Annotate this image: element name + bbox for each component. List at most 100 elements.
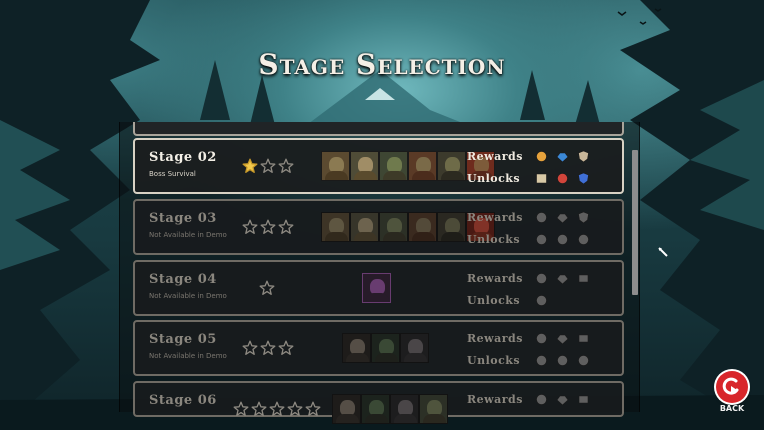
goblin-portrait (437, 151, 466, 181)
back-button[interactable] (716, 371, 748, 403)
unlocks-label: Unlocks (467, 233, 521, 246)
orc-portrait (379, 212, 408, 242)
ogre-portrait (350, 212, 379, 242)
skull-icon (536, 295, 547, 306)
stage-name: Stage 06 (149, 393, 217, 408)
gem-cluster-icon (556, 213, 569, 224)
zombie-portrait (390, 394, 419, 424)
ogre-portrait (350, 151, 379, 181)
star-empty-icon (260, 219, 276, 234)
scroll-icon (578, 334, 589, 343)
flask-icon (578, 234, 589, 245)
zombie-portrait (400, 333, 429, 363)
stage-name: Stage 04 (149, 272, 217, 287)
skeleton-portrait (342, 333, 371, 363)
brute-portrait (321, 212, 350, 242)
ghoul-portrait (371, 333, 400, 363)
ring-icon (578, 355, 589, 366)
gem-cluster-icon (556, 395, 569, 406)
mystery-portrait (362, 273, 391, 303)
scrollbar[interactable] (632, 150, 638, 295)
unlocks-label: Unlocks (467, 354, 521, 367)
gem-cluster-icon (556, 274, 569, 285)
door-icon (557, 355, 568, 366)
rewards-label: Rewards (467, 272, 523, 285)
star-empty-icon (251, 401, 267, 416)
rewards-label: Rewards (467, 393, 523, 406)
gear-icon (536, 355, 547, 366)
unlock-icons (535, 172, 590, 186)
stage-name: Stage 05 (149, 332, 217, 347)
stage-name: Stage 02 (149, 150, 217, 165)
star-empty-icon (287, 401, 303, 416)
goblin-portrait (437, 212, 466, 242)
stage-star-rating (242, 340, 294, 356)
back-label: BACK (719, 404, 745, 413)
stage-card[interactable]: Stage 06 Rewards (133, 381, 624, 424)
enemy-portraits (332, 394, 448, 426)
stage-subtitle: Not Available in Demo (149, 292, 227, 300)
shield-icon (578, 150, 589, 163)
stage-star-rating (242, 219, 294, 235)
reward-icons (535, 272, 590, 286)
star-filled-icon (242, 158, 258, 173)
star-empty-icon (259, 280, 275, 295)
gem-cluster-icon (556, 334, 569, 345)
star-empty-icon (260, 340, 276, 355)
stage-star-rating (242, 158, 294, 174)
gold-orb-icon (536, 151, 547, 162)
unlock-icons (535, 294, 548, 308)
star-empty-icon (305, 401, 321, 416)
stage-card[interactable]: Stage 03 Not Available in Demo Rewards Unlo… (133, 199, 624, 255)
page-title: Stage Selection (258, 48, 506, 81)
reward-icons (535, 211, 590, 225)
brute-portrait (321, 151, 350, 181)
reward-icons (535, 332, 590, 346)
orb-icon (536, 333, 547, 344)
unlocks-label: Unlocks (467, 294, 521, 307)
stage-subtitle: Boss Survival (149, 170, 196, 178)
unlocks-label: Unlocks (467, 172, 521, 185)
rewards-label: Rewards (467, 150, 523, 163)
star-empty-icon (260, 158, 276, 173)
star-empty-icon (233, 401, 249, 416)
stage-star-rating (259, 280, 275, 296)
blue-armor-icon (578, 172, 589, 185)
unlock-icons (535, 354, 590, 368)
skeleton-portrait (332, 394, 361, 424)
stage-card[interactable]: Stage 05 Not Available in Demo Rewards Unlo… (133, 320, 624, 376)
potion-icon (557, 173, 568, 184)
stage-card-previous-edge[interactable] (133, 122, 624, 136)
orc-portrait (419, 394, 448, 424)
orb-icon (536, 212, 547, 223)
star-empty-icon (278, 158, 294, 173)
shield-icon (578, 211, 589, 224)
bolt-icon (536, 234, 547, 245)
star-empty-icon (242, 219, 258, 234)
stage-subtitle: Not Available in Demo (149, 352, 227, 360)
stage-card[interactable]: Stage 04 Not Available in Demo Rewards Unlo… (133, 260, 624, 316)
scroll-icon (578, 395, 589, 404)
reward-icons (535, 150, 590, 164)
ghoul-portrait (361, 394, 390, 424)
orc-warrior-portrait (408, 151, 437, 181)
stage-card[interactable]: Stage 02 Boss Survival Rewards Unlocks (133, 138, 624, 194)
enemy-portraits (342, 333, 429, 365)
orc-warrior-portrait (408, 212, 437, 242)
star-empty-icon (278, 340, 294, 355)
cursor-icon (658, 247, 668, 257)
star-empty-icon (278, 219, 294, 234)
stage-subtitle: Not Available in Demo (149, 231, 227, 239)
rewards-label: Rewards (467, 332, 523, 345)
star-empty-icon (269, 401, 285, 416)
rewards-label: Rewards (467, 211, 523, 224)
stage-name: Stage 03 (149, 211, 217, 226)
unlock-icons (535, 233, 590, 247)
enemy-portraits (362, 273, 391, 305)
stage-star-rating (233, 401, 321, 417)
star-empty-icon (242, 340, 258, 355)
orc-portrait (379, 151, 408, 181)
back-arrow-icon (722, 377, 739, 395)
reward-icons (535, 393, 590, 407)
book-icon (536, 173, 547, 184)
